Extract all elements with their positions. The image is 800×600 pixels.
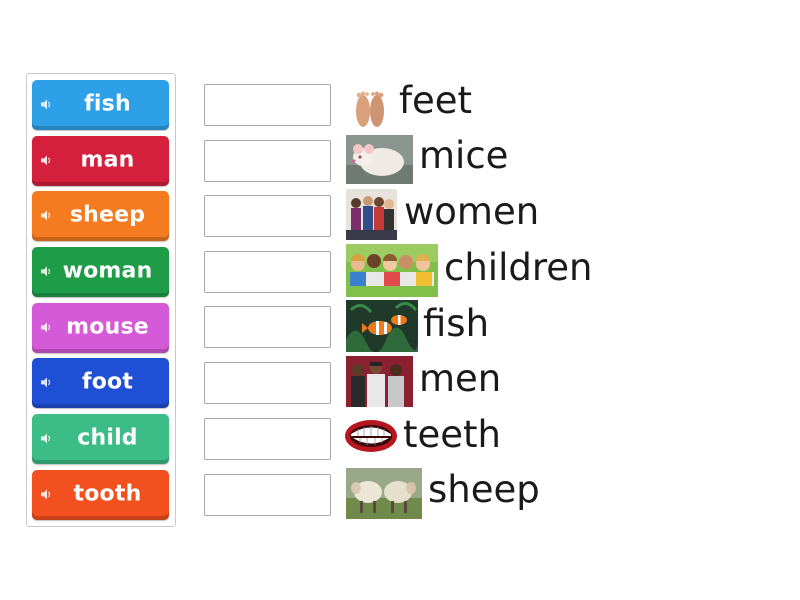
drop-box-women[interactable]: [204, 195, 331, 237]
drop-box-men[interactable]: [204, 362, 331, 404]
drop-box-teeth[interactable]: [204, 418, 331, 460]
tile-woman[interactable]: woman: [32, 247, 169, 297]
white-mouse-image: [346, 135, 413, 184]
tile-mouse[interactable]: mouse: [32, 303, 169, 353]
answer-word-sheep: sheep: [428, 468, 540, 511]
group-of-children-image: [346, 244, 438, 297]
answer-word-children: children: [444, 246, 593, 289]
tile-label: man: [80, 147, 135, 173]
tile-sheep[interactable]: sheep: [32, 191, 169, 241]
tile-label: sheep: [69, 202, 146, 228]
answer-word-fish: fish: [423, 302, 490, 345]
tile-label: child: [77, 425, 138, 451]
tile-fish[interactable]: fish: [32, 80, 169, 130]
matching-activity: fish man sheep woman mouse foot child to…: [0, 0, 800, 600]
drop-box-fish[interactable]: [204, 306, 331, 348]
clownfish-image: [346, 300, 418, 352]
answer-word-feet: feet: [399, 79, 473, 122]
tile-foot[interactable]: foot: [32, 358, 169, 408]
smiling-teeth-image: [344, 417, 398, 455]
tile-label: woman: [62, 258, 153, 284]
tile-label: mouse: [66, 314, 149, 340]
tile-label: fish: [84, 91, 131, 117]
drop-box-mice[interactable]: [204, 140, 331, 182]
tile-tooth[interactable]: tooth: [32, 470, 169, 520]
answer-word-women: women: [404, 190, 540, 233]
tile-label: tooth: [73, 481, 142, 507]
drop-box-sheep[interactable]: [204, 474, 331, 516]
drop-box-feet[interactable]: [204, 84, 331, 126]
tile-child[interactable]: child: [32, 414, 169, 464]
drop-box-children[interactable]: [204, 251, 331, 293]
answer-word-men: men: [419, 357, 502, 400]
answer-word-teeth: teeth: [403, 413, 501, 456]
bare-feet-image: [350, 82, 390, 130]
sheep-image: [346, 468, 422, 519]
group-of-men-image: [346, 356, 413, 407]
tile-man[interactable]: man: [32, 136, 169, 186]
group-of-women-image: [346, 189, 397, 240]
tile-label: foot: [81, 369, 134, 395]
answer-word-mice: mice: [419, 134, 509, 177]
